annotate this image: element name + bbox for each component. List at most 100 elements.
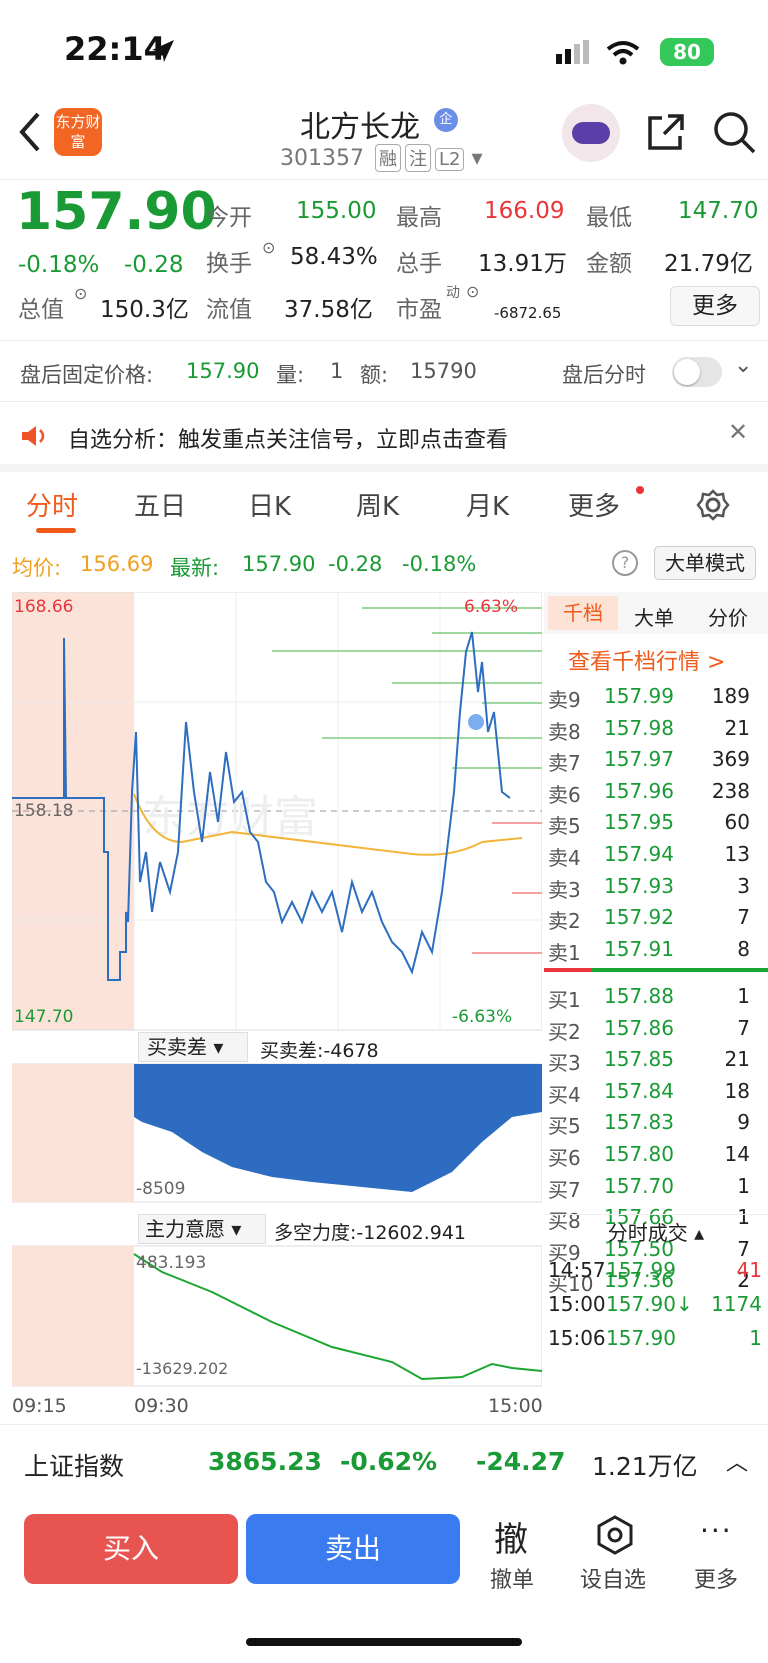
- signal-icon: [556, 40, 589, 64]
- sub2-selector[interactable]: 主力意愿 ▾: [138, 1214, 266, 1244]
- volume-label: 总手: [396, 251, 442, 277]
- app: 22:14 80 东方财富 北方长龙 企 301357 融注 L2 ▾ 157.9…: [0, 0, 768, 1663]
- ask-row[interactable]: 卖6 157.96 238: [544, 777, 768, 807]
- notice-bar[interactable]: 自选分析：触发重点关注信号，立即点击查看 ✕: [0, 402, 768, 472]
- tab-price-dist[interactable]: 分价: [708, 602, 748, 631]
- trade-row: 15:00 157.90↓ 1174: [544, 1290, 768, 1320]
- tab-thousand-level[interactable]: 千档: [548, 596, 618, 630]
- low-label: 最低: [586, 205, 632, 231]
- mcap-label: 总值: [18, 297, 64, 323]
- thousand-level-link[interactable]: 查看千档行情 >: [568, 644, 725, 676]
- ask-row[interactable]: 卖1 157.91 8: [544, 935, 768, 965]
- tab-month-k[interactable]: 月K: [466, 486, 509, 523]
- search-icon[interactable]: [712, 110, 756, 154]
- avg-label: 均价:: [12, 556, 62, 580]
- ask-row[interactable]: 卖7 157.97 369: [544, 745, 768, 775]
- sub1-value: 买卖差:-4678: [260, 1040, 379, 1062]
- ask-level: 卖2: [548, 909, 581, 934]
- index-bar[interactable]: 上证指数 3865.23 -0.62% -24.27 1.21万亿 ︿: [0, 1424, 768, 1496]
- add-watchlist-label[interactable]: 设自选: [580, 1562, 646, 1594]
- signal-marker[interactable]: [468, 714, 484, 730]
- bid-row[interactable]: 买7 157.70 1: [544, 1172, 768, 1202]
- price-mid-label: 158.18: [14, 801, 73, 821]
- more-button[interactable]: 更多: [670, 286, 760, 326]
- bid-price: 157.70: [604, 1173, 674, 1198]
- tab-more[interactable]: 更多: [568, 486, 620, 523]
- info-icon[interactable]: ⊙: [262, 238, 275, 257]
- bid-row[interactable]: 买4 157.84 18: [544, 1077, 768, 1107]
- sub1-selector[interactable]: 买卖差 ▾: [138, 1032, 248, 1062]
- robot-icon: [572, 122, 610, 144]
- bid-row[interactable]: 买5 157.83 9: [544, 1108, 768, 1138]
- help-icon[interactable]: ?: [612, 550, 638, 576]
- gear-icon[interactable]: [696, 488, 730, 522]
- tab-five-day[interactable]: 五日: [134, 486, 186, 523]
- tab-week-k[interactable]: 周K: [356, 486, 399, 523]
- stock-code-line: 301357 融注 L2 ▾: [280, 144, 483, 172]
- trades-header[interactable]: 分时成交 ▴: [544, 1214, 768, 1250]
- ask-price: 157.92: [604, 905, 674, 930]
- more-label[interactable]: 更多: [694, 1562, 738, 1594]
- more-dots-icon[interactable]: ···: [700, 1514, 733, 1547]
- index-amount: 1.21万亿: [592, 1452, 698, 1481]
- intraday-chart[interactable]: 东方财富 168.66 158.18 147.70 6.63% -6.63% -…: [11, 591, 543, 1417]
- assistant-avatar[interactable]: [562, 104, 620, 162]
- sub1-label: 买卖差: [147, 1035, 207, 1059]
- book-divider: [544, 968, 768, 972]
- trades-label: 分时成交: [607, 1221, 688, 1245]
- bid-level: 买6: [548, 1146, 581, 1170]
- info-icon[interactable]: ⊙: [74, 284, 87, 303]
- bid-row[interactable]: 买2 157.86 7: [544, 1014, 768, 1044]
- bid-price: 157.83: [604, 1110, 674, 1135]
- pe-superscript: 动: [446, 285, 460, 301]
- trade-volume: 41: [736, 1258, 762, 1282]
- bid-level: 买3: [548, 1051, 581, 1076]
- bid-row[interactable]: 买1 157.88 1: [544, 982, 768, 1012]
- share-icon[interactable]: [646, 112, 686, 152]
- after-hours-toggle[interactable]: [672, 357, 722, 387]
- tab-day-k[interactable]: 日K: [248, 486, 291, 523]
- bid-row[interactable]: 买3 157.85 21: [544, 1045, 768, 1075]
- float-label: 流值: [206, 297, 252, 323]
- latest-value: 157.90: [242, 552, 316, 576]
- chevron-down-icon[interactable]: ⌄: [734, 353, 752, 378]
- big-order-mode-button[interactable]: 大单模式: [654, 546, 756, 580]
- ask-row[interactable]: 卖4 157.94 13: [544, 840, 768, 870]
- sell-button[interactable]: 卖出: [246, 1514, 460, 1584]
- ask-row[interactable]: 卖9 157.99 189: [544, 682, 768, 712]
- ask-qty: 369: [711, 747, 750, 772]
- turnover-value: 58.43%: [290, 244, 378, 270]
- bid-row[interactable]: 买6 157.80 14: [544, 1140, 768, 1170]
- tab-intraday[interactable]: 分时: [26, 486, 78, 523]
- float-value: 37.58亿: [284, 297, 373, 323]
- sub1-min-label: -8509: [136, 1179, 185, 1199]
- tab-big-order[interactable]: 大单: [634, 602, 674, 631]
- stock-name: 北方长龙: [300, 110, 420, 145]
- chart-legend: 均价: 156.69 最新: 157.90 -0.28 -0.18% ? 大单模…: [0, 544, 768, 584]
- chevron-up-icon[interactable]: ︿: [726, 1445, 748, 1477]
- add-watchlist-icon[interactable]: [594, 1514, 636, 1556]
- ask-row[interactable]: 卖3 157.93 3: [544, 872, 768, 902]
- after-qty-label: 量:: [276, 363, 305, 387]
- buy-button[interactable]: 买入: [24, 1514, 238, 1584]
- bid-price: 157.86: [604, 1015, 674, 1040]
- info-icon[interactable]: ⊙: [466, 282, 479, 301]
- battery-indicator: 80: [660, 38, 714, 66]
- ask-row[interactable]: 卖2 157.92 7: [544, 903, 768, 933]
- cancel-icon[interactable]: 撤: [494, 1512, 528, 1561]
- trade-time: 14:57: [548, 1258, 606, 1282]
- open-label: 今开: [206, 205, 252, 231]
- quote-panel: 157.90 -0.18% -0.28 今开 155.00 最高 166.09 …: [0, 182, 768, 340]
- back-icon[interactable]: [18, 112, 42, 152]
- ask-row[interactable]: 卖8 157.98 21: [544, 714, 768, 744]
- order-book: 千档 大单 分价 查看千档行情 > 卖9 157.99 189 卖8 157.98 21 卖…: [544, 592, 768, 1416]
- ask-row[interactable]: 卖5 157.95 60: [544, 808, 768, 838]
- cancel-order-label[interactable]: 撤单: [490, 1562, 534, 1594]
- ask-qty: 3: [737, 873, 750, 898]
- chevron-down-icon: ▾: [213, 1035, 224, 1059]
- volume-value: 13.91万: [478, 251, 567, 277]
- chevron-down-icon[interactable]: ▾: [471, 146, 482, 171]
- close-icon[interactable]: ✕: [728, 418, 748, 446]
- watermark: 东方财富: [142, 792, 318, 843]
- location-icon: [152, 40, 174, 62]
